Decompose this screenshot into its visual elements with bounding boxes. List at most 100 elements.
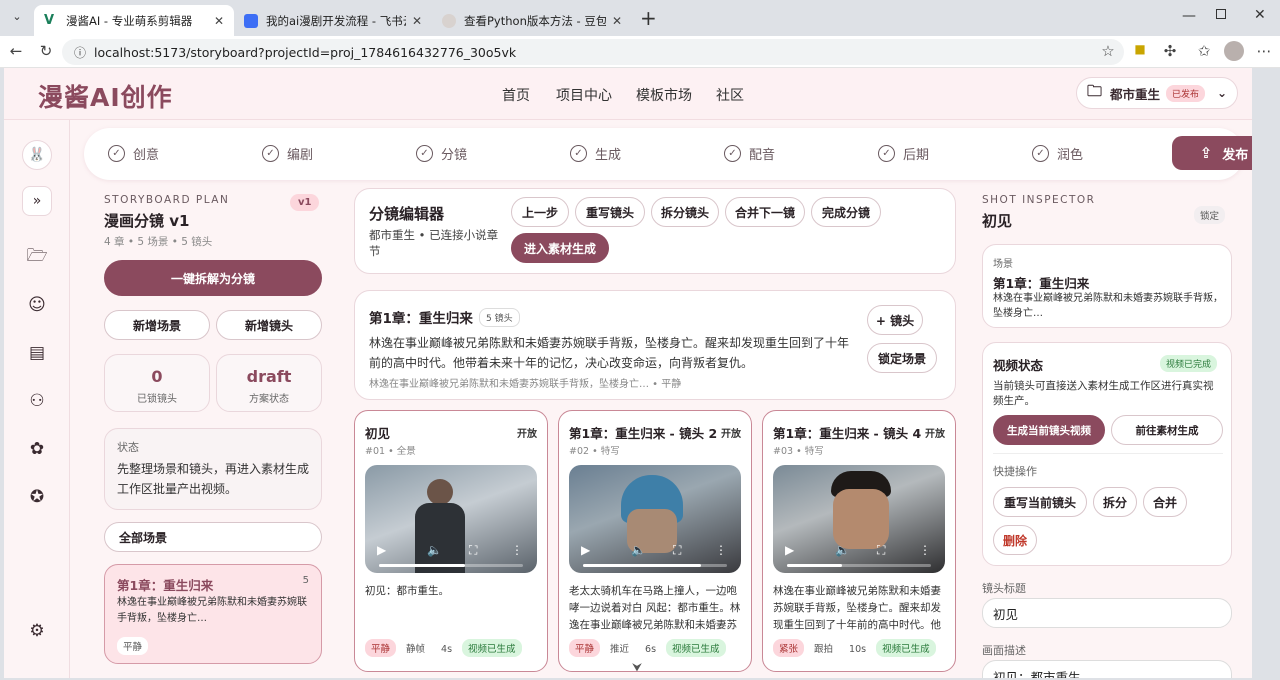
shot-video-player[interactable]: ▶ 🔈 ⛶ ⋮	[569, 465, 741, 573]
shot-title: 第1章：重生归来 - 镜头 4	[773, 426, 922, 441]
shot-state: 开放	[925, 429, 945, 440]
more-options-icon[interactable]: ⋮	[715, 543, 727, 557]
close-window-icon[interactable]: ✕	[1254, 7, 1266, 23]
add-scene-button[interactable]: 新增场景	[104, 310, 210, 340]
scene-card[interactable]: 第1章：重生归来 5 林逸在事业巅峰被兄弟陈默和未婚妻苏婉联手背叛，坠楼身亡… …	[104, 564, 322, 664]
lock-scene-button[interactable]: 锁定场景	[867, 343, 937, 373]
add-shot-to-chapter-button[interactable]: + 镜头	[867, 305, 923, 335]
bookmark-star-icon[interactable]: ☆	[1098, 42, 1118, 60]
close-tab-icon[interactable]: ✕	[412, 14, 422, 28]
profile-avatar-icon[interactable]	[1224, 41, 1244, 61]
expand-sidebar-icon[interactable]: »	[22, 186, 52, 216]
volume-icon[interactable]: 🔈	[835, 543, 850, 557]
browser-tab[interactable]: 我的ai漫剧开发流程 - 飞书云文档 ✕	[234, 5, 432, 36]
finish-storyboard-button[interactable]: 完成分镜	[811, 197, 881, 227]
rewrite-current-shot-button[interactable]: 重写当前镜头	[993, 487, 1087, 517]
maximize-icon[interactable]	[1216, 9, 1226, 19]
shot-video-player[interactable]: ▶ 🔈 ⛶ ⋮	[365, 465, 537, 573]
step-label: 创意	[133, 148, 160, 163]
editor-subtitle: 都市重生 • 已连接小说章节	[369, 228, 499, 258]
chapter-desc: 林逸在事业巅峰被兄弟陈默和未婚妻苏婉联手背叛，坠楼身亡。醒来却发现重生回到了十年…	[369, 336, 850, 370]
scene-desc-textarea[interactable]: 初见：都市重生。	[982, 660, 1232, 678]
rewrite-shot-button[interactable]: 重写镜头	[575, 197, 645, 227]
step-storyboard[interactable]: ✓ 分镜	[416, 144, 467, 163]
video-progress[interactable]	[787, 564, 931, 567]
step-label: 配音	[749, 148, 776, 163]
project-selector[interactable]: 🗀 都市重生 已发布 ⌄	[1076, 77, 1238, 109]
face-icon[interactable]: ☺	[22, 290, 52, 320]
browser-tab-active[interactable]: V 漫酱AI - 专业萌系剪辑器 ✕	[34, 5, 234, 36]
split-to-shots-button[interactable]: 一键拆解为分镜	[104, 260, 322, 296]
play-icon[interactable]: ▶	[785, 543, 794, 557]
step-generate[interactable]: ✓ 生成	[570, 144, 621, 163]
volume-icon[interactable]: 🔈	[631, 543, 646, 557]
lock-badge[interactable]: 锁定	[1194, 206, 1226, 224]
video-progress[interactable]	[583, 564, 727, 567]
robot-icon[interactable]: ⚇	[22, 386, 52, 416]
step-idea[interactable]: ✓ 创意	[108, 144, 159, 163]
enter-asset-gen-button[interactable]: 进入素材生成	[511, 233, 609, 263]
nav-templates[interactable]: 模板市场	[636, 85, 692, 105]
shot-meta: #02 • 特写	[569, 446, 620, 457]
shot-card[interactable]: 第1章：重生归来 - 镜头 4 开放 #03 • 特写 ▶ 🔈 ⛶ ⋮ 林逸在事…	[762, 410, 956, 672]
scroll-down-icon[interactable]: ⮟	[632, 660, 642, 675]
play-icon[interactable]: ▶	[581, 543, 590, 557]
new-tab-icon[interactable]: +	[640, 6, 657, 30]
shot-card[interactable]: 第1章：重生归来 - 镜头 2 开放 #02 • 特写 ▶ 🔈 ⛶ ⋮ 老太太骑…	[558, 410, 752, 672]
play-icon[interactable]: ▶	[377, 543, 386, 557]
split-button[interactable]: 拆分	[1093, 487, 1137, 517]
palette-icon[interactable]: ✿	[22, 434, 52, 464]
split-shot-button[interactable]: 拆分镜头	[651, 197, 719, 227]
more-menu-icon[interactable]: ⋯	[1254, 42, 1274, 60]
extensions-puzzle-icon[interactable]: ✣	[1160, 42, 1180, 60]
volume-icon[interactable]: 🔈	[427, 543, 442, 557]
close-tab-icon[interactable]: ✕	[612, 14, 622, 28]
settings-gear-icon[interactable]: ⚙	[22, 616, 52, 646]
reload-icon[interactable]: ↻	[36, 42, 56, 60]
more-options-icon[interactable]: ⋮	[511, 543, 523, 557]
video-progress[interactable]	[379, 564, 523, 567]
step-polish[interactable]: ✓ 润色	[1032, 144, 1083, 163]
merge-button[interactable]: 合并	[1143, 487, 1187, 517]
back-icon[interactable]: ←	[6, 42, 26, 60]
close-tab-icon[interactable]: ✕	[214, 14, 224, 28]
app-logo[interactable]: 漫酱AI创作	[38, 78, 173, 114]
goto-asset-gen-button[interactable]: 前往素材生成	[1111, 415, 1223, 445]
shot-tags: 紧张 跟拍 10s 视频已生成	[773, 639, 940, 657]
star-badge-icon[interactable]: ✪	[22, 482, 52, 512]
site-info-icon[interactable]: ⓘ	[74, 44, 86, 61]
fullscreen-icon[interactable]: ⛶	[673, 543, 681, 558]
shot-card[interactable]: 初见 开放 #01 • 全景 ▶ 🔈 ⛶ ⋮ 初见：都市重生。 平静 静帧 4s 视频…	[354, 410, 548, 672]
publish-button[interactable]: ⇪ 发布	[1172, 136, 1252, 170]
all-scenes-filter[interactable]: 全部场景	[104, 522, 322, 552]
extension-icon[interactable]: ■	[1130, 42, 1150, 56]
nav-community[interactable]: 社区	[716, 85, 744, 105]
step-label: 后期	[903, 148, 930, 163]
archive-icon[interactable]: ▤	[22, 338, 52, 368]
nav-projects[interactable]: 项目中心	[556, 85, 612, 105]
fullscreen-icon[interactable]: ⛶	[469, 543, 477, 558]
step-script[interactable]: ✓ 编剧	[262, 144, 313, 163]
tab-list-icon[interactable]: ⌄	[8, 10, 26, 26]
shot-state: 开放	[721, 429, 741, 440]
shot-title-input[interactable]: 初见	[982, 598, 1232, 628]
add-shot-button[interactable]: 新增镜头	[216, 310, 322, 340]
shot-video-player[interactable]: ▶ 🔈 ⛶ ⋮	[773, 465, 945, 573]
prev-step-button[interactable]: 上一步	[511, 197, 569, 227]
plan-status-stat: draft 方案状态	[216, 354, 322, 412]
nav-home[interactable]: 首页	[502, 85, 530, 105]
address-bar[interactable]: ⓘ localhost:5173/storyboard?projectId=pr…	[62, 39, 1124, 65]
folder-icon[interactable]: 🗁	[22, 242, 52, 272]
scene-mood-tag: 平静	[117, 637, 149, 655]
more-options-icon[interactable]: ⋮	[919, 543, 931, 557]
generate-shot-video-button[interactable]: 生成当前镜头视频	[993, 415, 1105, 445]
browser-tab[interactable]: 查看Python版本方法 - 豆包 ✕	[432, 5, 632, 36]
favorites-icon[interactable]: ✩	[1194, 42, 1214, 60]
fullscreen-icon[interactable]: ⛶	[877, 543, 885, 558]
delete-button[interactable]: 删除	[993, 525, 1037, 555]
step-dubbing[interactable]: ✓ 配音	[724, 144, 775, 163]
merge-next-button[interactable]: 合并下一镜	[725, 197, 805, 227]
minimize-icon[interactable]: —	[1182, 8, 1196, 24]
user-avatar[interactable]: 🐰	[22, 140, 52, 170]
step-post[interactable]: ✓ 后期	[878, 144, 929, 163]
